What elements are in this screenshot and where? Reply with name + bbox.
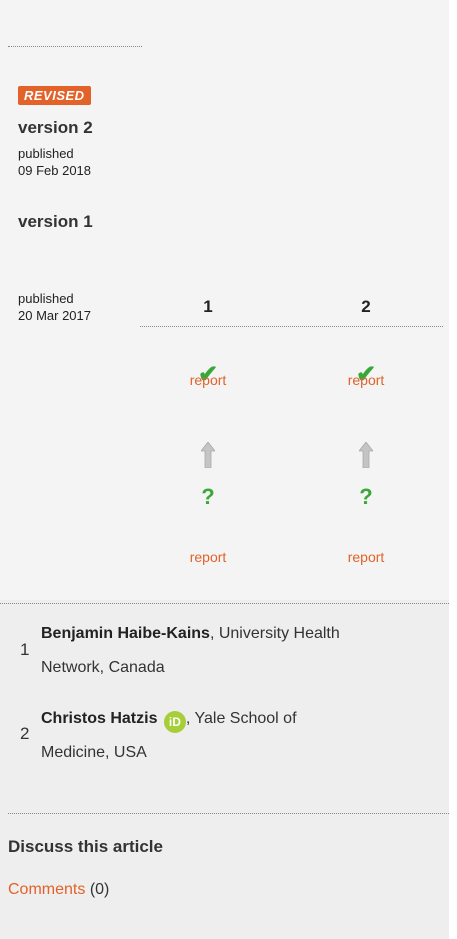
referee-1-name[interactable]: Benjamin Haibe-Kains bbox=[41, 625, 210, 642]
referee-2-number: 2 bbox=[20, 724, 30, 743]
version-1-published-label: published bbox=[18, 291, 74, 306]
report-link-v2-r1[interactable]: report bbox=[168, 372, 248, 388]
panel-divider bbox=[0, 603, 449, 604]
referee-2: Christos Hatzis iD, Yale School of Medic… bbox=[41, 702, 441, 770]
referee-1: Benjamin Haibe-Kains, University Health … bbox=[41, 617, 441, 685]
comments-row: Comments (0) bbox=[8, 881, 109, 899]
report-link-v2-r2[interactable]: report bbox=[326, 372, 406, 388]
version-2-published-label: published bbox=[18, 146, 74, 161]
reviewer-column-2: 2 bbox=[361, 297, 371, 316]
question-icon: ? bbox=[201, 484, 215, 509]
top-divider bbox=[8, 46, 142, 47]
referee-1-affiliation-cont: Network, Canada bbox=[41, 659, 165, 676]
version-1-date: 20 Mar 2017 bbox=[18, 308, 91, 323]
referee-2-affiliation: , Yale School of bbox=[185, 710, 297, 727]
report-link-v1-r2[interactable]: report bbox=[326, 549, 406, 565]
question-icon: ? bbox=[359, 484, 373, 509]
up-arrow-icon bbox=[336, 441, 396, 473]
version-2-title[interactable]: version 2 bbox=[18, 118, 93, 138]
referee-1-number: 1 bbox=[20, 640, 30, 659]
revised-badge: REVISED bbox=[18, 86, 91, 105]
comments-count: (0) bbox=[89, 881, 110, 898]
discuss-title: Discuss this article bbox=[8, 837, 163, 856]
referee-2-name[interactable]: Christos Hatzis bbox=[41, 710, 157, 727]
referee-1-affiliation: , University Health bbox=[209, 625, 340, 642]
discuss-divider bbox=[8, 813, 449, 814]
orcid-icon[interactable]: iD bbox=[163, 711, 186, 733]
report-link-v1-r1[interactable]: report bbox=[168, 549, 248, 565]
up-arrow-icon bbox=[178, 441, 238, 473]
reviewer-column-1: 1 bbox=[203, 297, 213, 316]
right-border bbox=[449, 0, 457, 939]
referee-2-affiliation-cont: Medicine, USA bbox=[41, 744, 147, 761]
version-2-date: 09 Feb 2018 bbox=[18, 163, 92, 178]
columns-divider bbox=[140, 326, 443, 327]
comments-link[interactable]: Comments bbox=[8, 881, 85, 898]
version-1-title[interactable]: version 1 bbox=[18, 212, 93, 232]
